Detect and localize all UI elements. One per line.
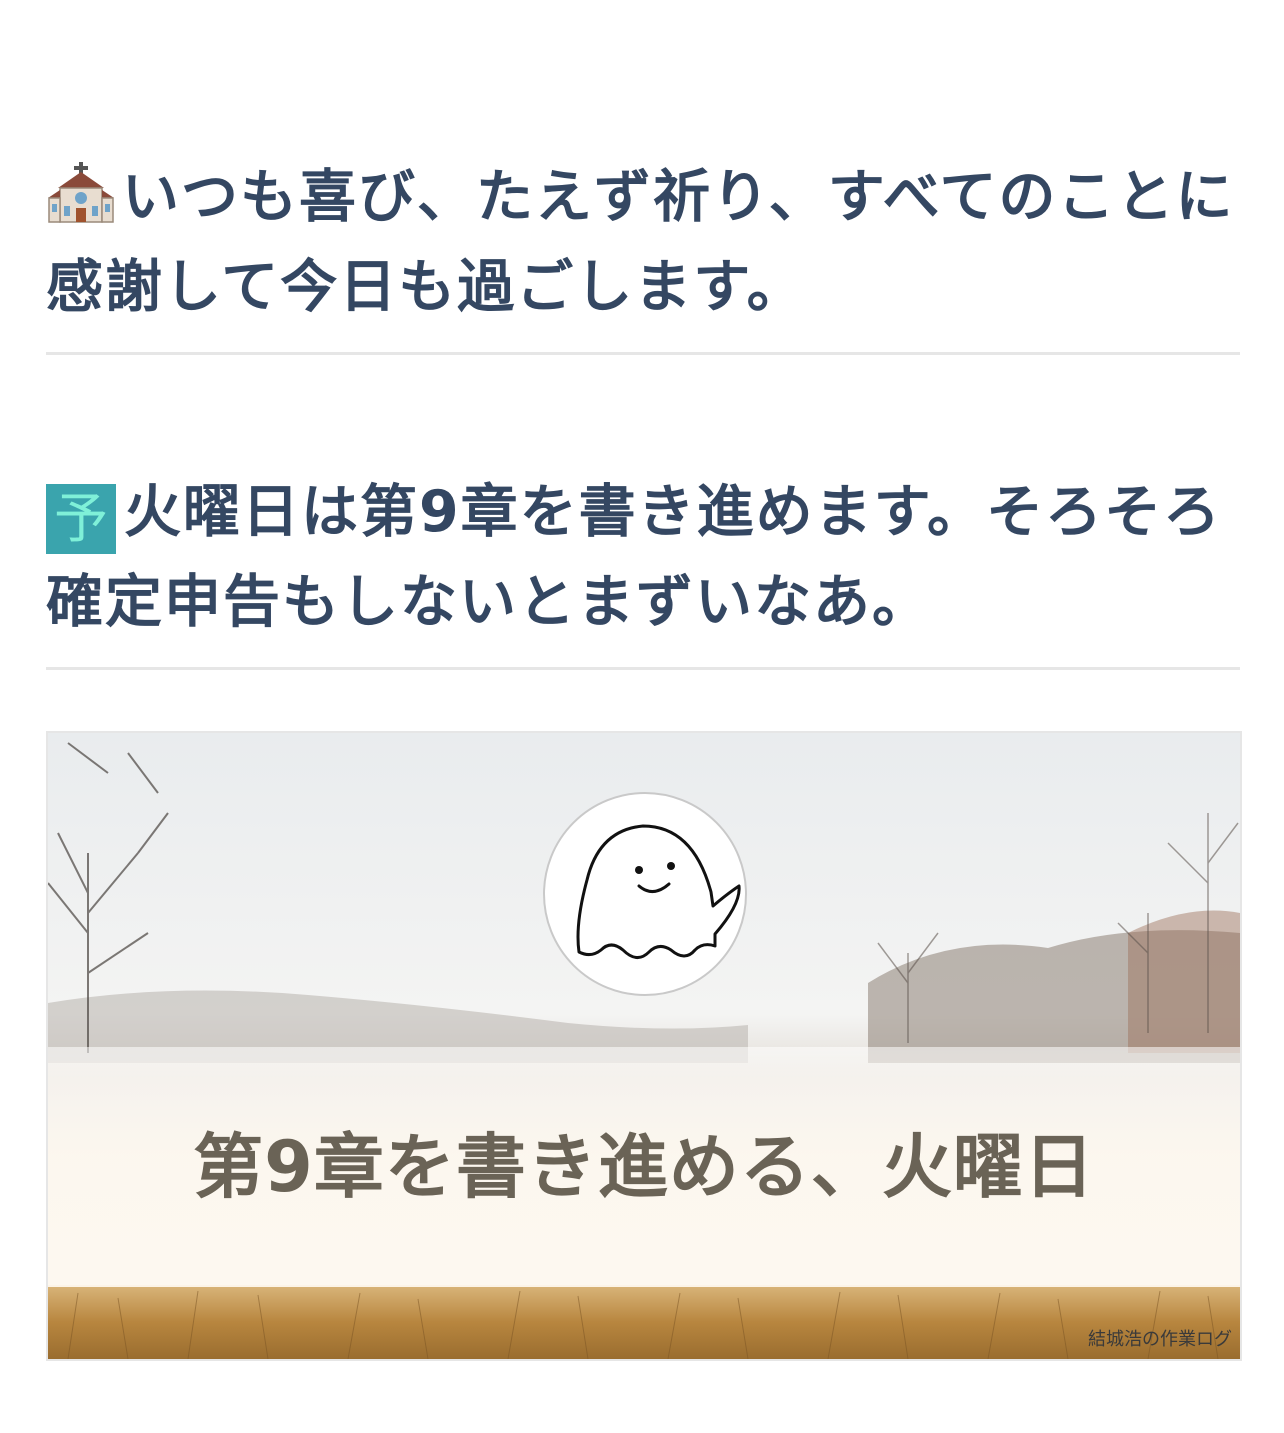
gratitude-text: いつも喜び、たえず祈り、すべてのことに感謝して今日も過ごします。: [46, 164, 1235, 320]
schedule-paragraph: 予火曜日は第9章を書き進めます。そろそろ確定申告もしないとまずいなあ。: [46, 467, 1240, 647]
schedule-text: 火曜日は第9章を書き進めます。そろそろ確定申告もしないとまずいなあ。: [46, 479, 1222, 635]
ghost-icon: [576, 824, 741, 959]
schedule-icon: 予: [46, 484, 116, 554]
avatar: [543, 792, 747, 996]
card-title-banner: 第9章を書き進める、火曜日: [48, 1047, 1240, 1287]
gratitude-paragraph: いつも喜び、たえず祈り、すべてのことに感謝して今日も過ごします。: [46, 152, 1240, 332]
divider: [46, 667, 1240, 670]
card-watermark: 結城浩の作業ログ: [1088, 1329, 1232, 1350]
card-title[interactable]: 第9章を書き進める、火曜日: [48, 1047, 1240, 1287]
link-card[interactable]: 第9章を書き進める、火曜日 結城浩の作業ログ: [46, 731, 1242, 1361]
church-icon: [46, 160, 116, 223]
divider: [46, 352, 1240, 355]
